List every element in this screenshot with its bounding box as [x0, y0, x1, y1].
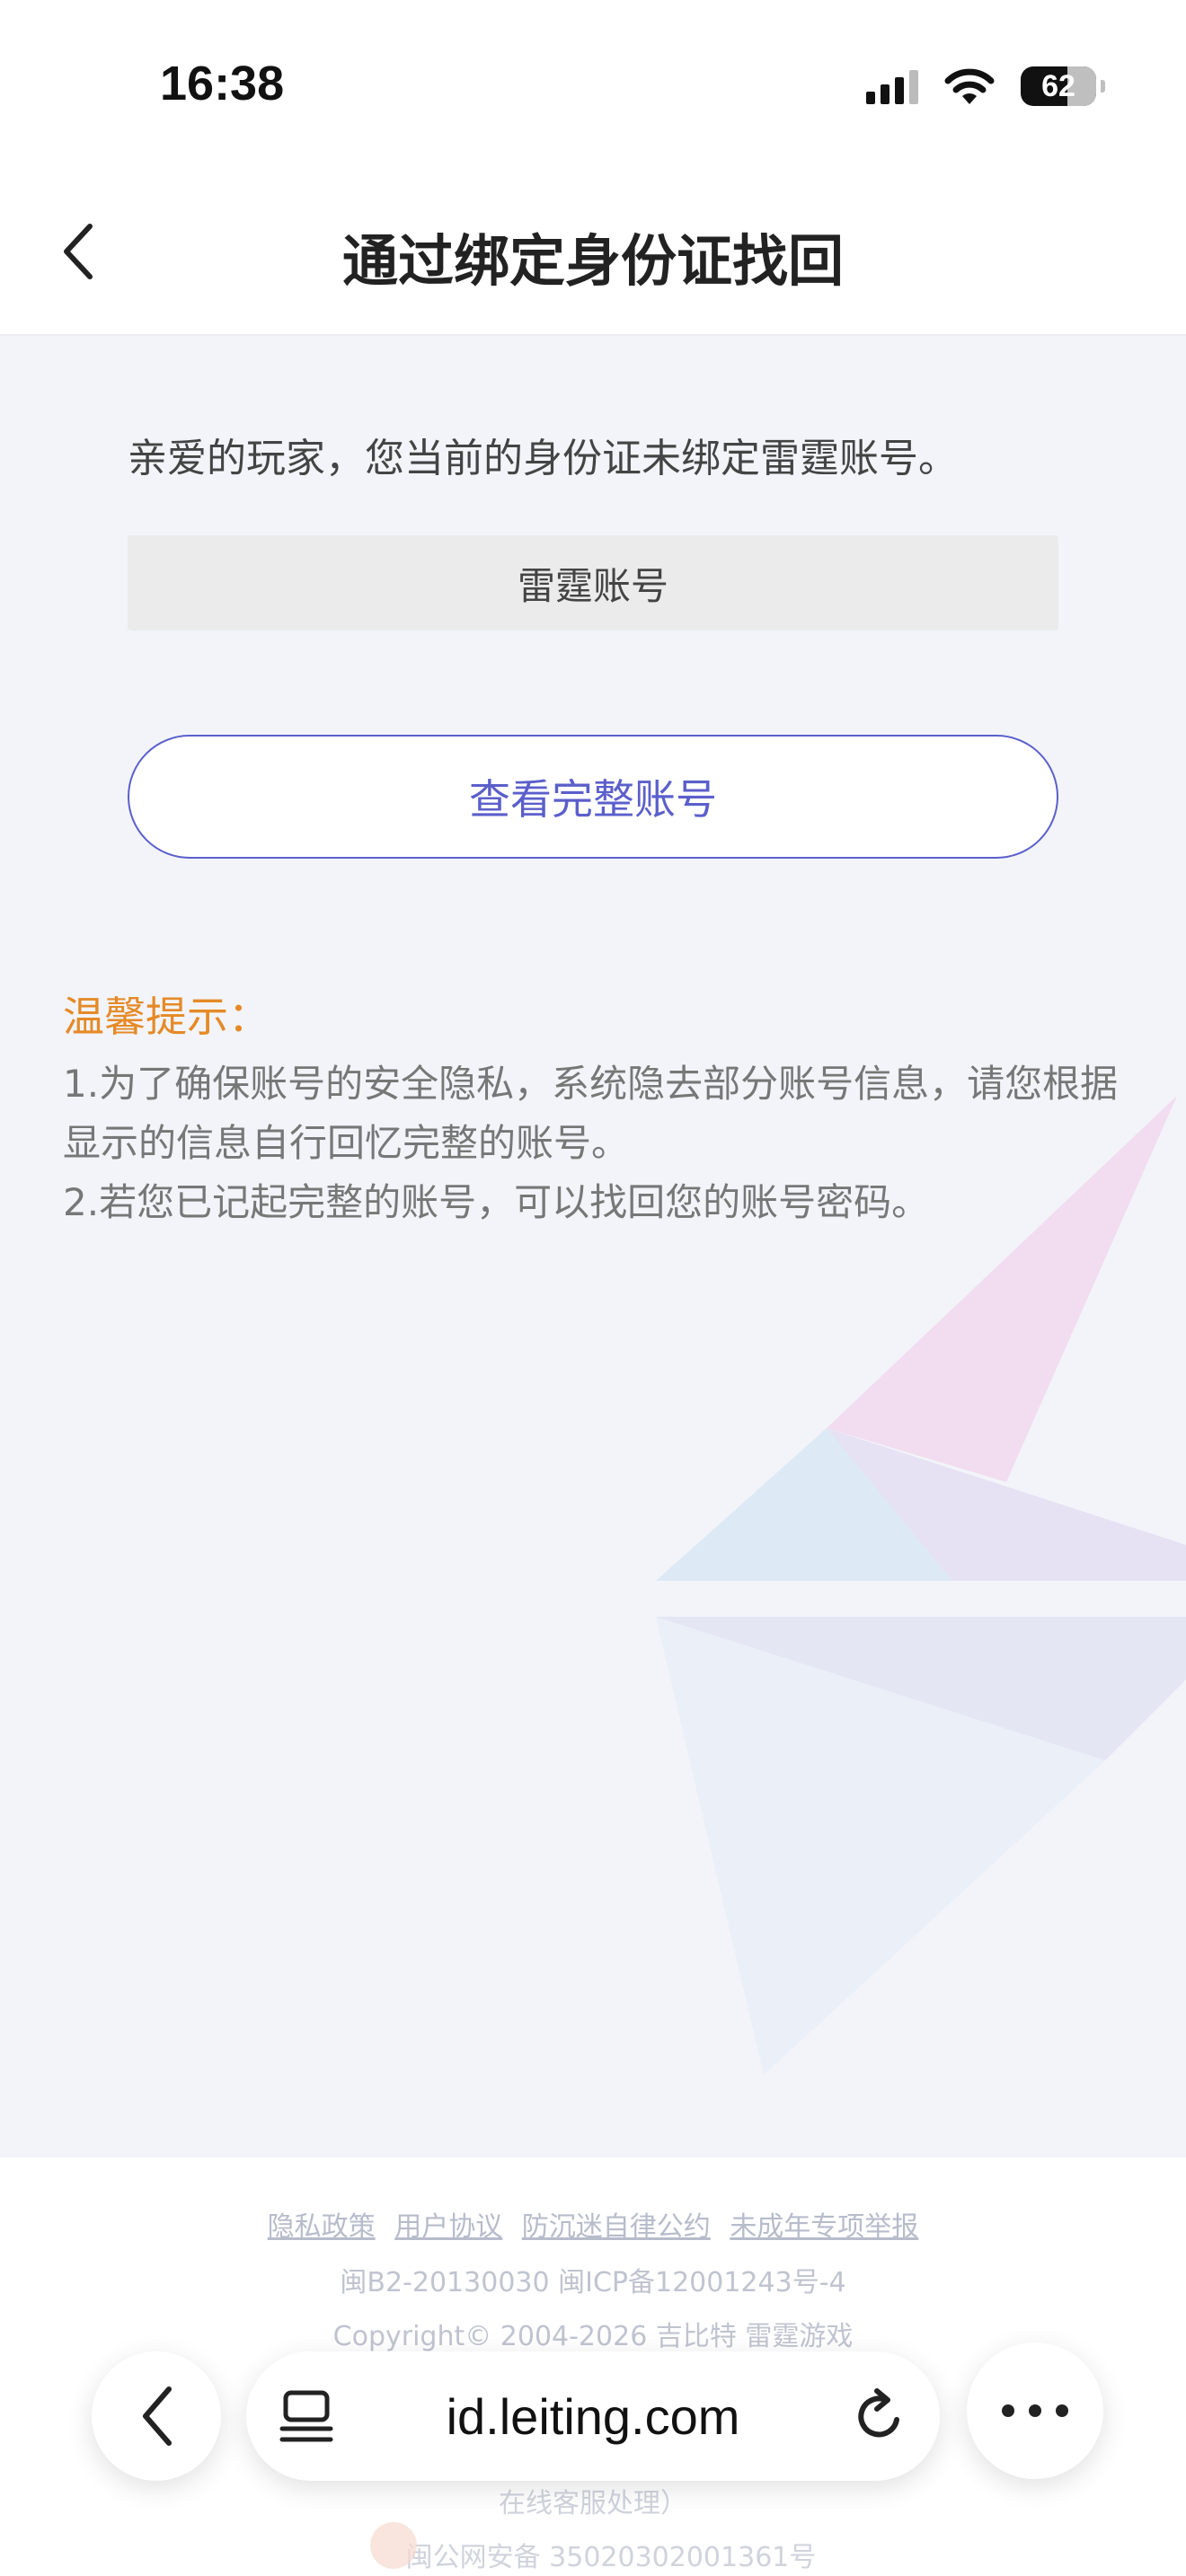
- more-icon: [1002, 2404, 1068, 2417]
- status-time: 16:38: [160, 57, 285, 110]
- page-title: 通过绑定身份证找回: [341, 228, 844, 294]
- browser-back-icon: [143, 2386, 172, 2446]
- privacy-policy-link[interactable]: 隐私政策: [268, 2211, 376, 2243]
- reload-icon[interactable]: [850, 2386, 909, 2447]
- browser-back-button[interactable]: [92, 2351, 221, 2481]
- tip-item: 1.为了确保账号的安全隐私，系统隐去部分账号信息，请您根据显示的信息自行回忆完整…: [63, 1062, 1119, 1165]
- icp-license: 闽B2-20130030 闽ICP备12001243号-4: [340, 2267, 846, 2298]
- footer-links: 隐私政策 用户协议 防沉迷自律公约 未成年专项举报: [0, 2204, 1186, 2244]
- battery-icon: 62: [1021, 66, 1105, 106]
- tips-title: 温馨提示：: [63, 992, 270, 1041]
- url-text[interactable]: id.leiting.com: [246, 2387, 940, 2446]
- wifi-icon: [944, 68, 995, 104]
- tip-item: 2.若您已记起完整的账号，可以找回您的账号密码。: [63, 1180, 930, 1224]
- more-button[interactable]: [967, 2342, 1103, 2479]
- online-service-note: 在线客服处理）: [499, 2488, 687, 2519]
- tips-list: 1.为了确保账号的安全隐私，系统隐去部分账号信息，请您根据显示的信息自行回忆完整…: [63, 1054, 1132, 1232]
- police-badge-icon: [370, 2522, 417, 2569]
- brand-watermark-graphic: [656, 1096, 1186, 2075]
- status-icons: 62: [866, 59, 1105, 113]
- top-bar: 16:38 62 通过绑定身份证找回: [0, 0, 1186, 336]
- unbound-message: 亲爱的玩家，您当前的身份证未绑定雷霆账号。: [128, 436, 958, 481]
- account-display-field: 雷霆账号: [128, 535, 1058, 631]
- view-full-account-button[interactable]: 查看完整账号: [128, 735, 1058, 859]
- user-agreement-link[interactable]: 用户协议: [394, 2211, 502, 2243]
- anti-addiction-link[interactable]: 防沉迷自律公约: [522, 2211, 711, 2243]
- address-bar[interactable]: id.leiting.com: [246, 2351, 940, 2481]
- police-record: 闽公网安备 35020302001361号: [405, 2542, 817, 2573]
- signal-icon: [866, 68, 918, 104]
- battery-level: 62: [1041, 68, 1075, 103]
- minor-report-link[interactable]: 未成年专项举报: [730, 2211, 918, 2243]
